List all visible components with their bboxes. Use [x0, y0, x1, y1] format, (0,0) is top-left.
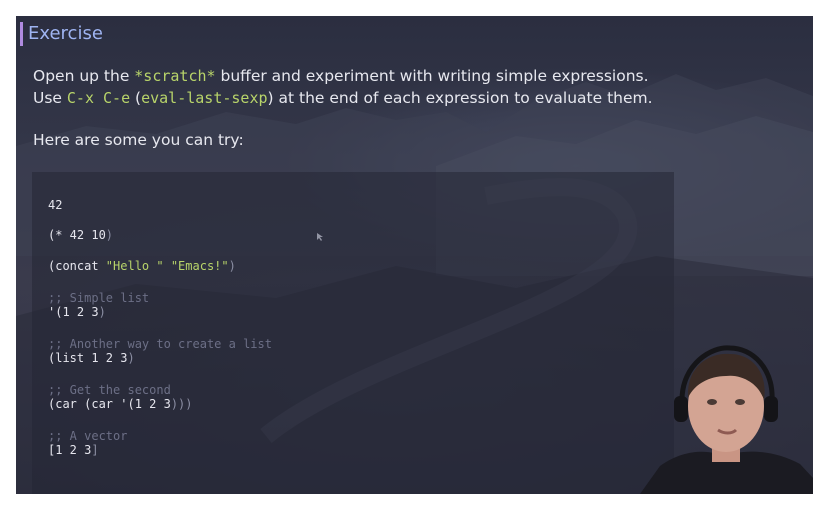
code-string: "Emacs!": [170, 259, 229, 273]
intro-line-2-pre: Use: [33, 89, 67, 107]
intro-line-1-pre: Open up the: [33, 67, 135, 85]
code-comment-vector: ;; A vector: [48, 429, 128, 443]
intro-line-1-post: buffer and experiment with writing simpl…: [215, 67, 649, 85]
code-line-multiply: (* 42 10): [48, 228, 113, 243]
code-comment-simple-list: ;; Simple list: [48, 291, 150, 305]
scratch-buffer-code: *scratch*: [134, 67, 216, 85]
code-block: 42 (* 42 10) (concat "Hello " "Emacs!") …: [32, 172, 674, 494]
slide-title: Exercise: [20, 22, 103, 46]
code-paren: ): [98, 305, 106, 319]
keybinding-code: C-x C-e: [66, 89, 131, 107]
intro-line-2: Use C-x C-e (eval-last-sexp) at the end …: [33, 88, 653, 109]
code-comment-get-second: ;; Get the second: [48, 383, 171, 397]
intro-line-2-mid: (: [130, 89, 142, 107]
intro-line-3: Here are some you can try:: [33, 131, 244, 149]
presenter-webcam-image: [640, 345, 813, 494]
code-paren: ))): [170, 397, 193, 411]
intro-line-2-post: ) at the end of each expression to evalu…: [267, 89, 653, 107]
code-text: 42: [48, 198, 63, 212]
code-comment-another-way: ;; Another way to create a list: [48, 337, 272, 351]
code-text: (list 1 2 3: [48, 351, 128, 365]
code-text: (* 42 10: [48, 228, 106, 242]
intro-line-1: Open up the *scratch* buffer and experim…: [33, 66, 649, 87]
code-paren: ]: [91, 443, 99, 457]
code-text: '(1 2 3: [48, 305, 99, 319]
code-line-concat: (concat "Hello " "Emacs!"): [48, 259, 236, 274]
slide: Exercise Open up the *scratch* buffer an…: [16, 16, 813, 494]
code-text: (concat: [48, 259, 106, 273]
code-line-vector: [1 2 3]: [48, 443, 99, 458]
code-paren: ): [105, 228, 114, 242]
code-string: "Hello ": [105, 259, 164, 273]
code-paren: ): [228, 259, 236, 273]
eval-last-sexp-code: eval-last-sexp: [141, 89, 268, 107]
code-paren: ): [127, 351, 135, 365]
code-line-quoted-list: '(1 2 3): [48, 305, 106, 320]
code-line-list: (list 1 2 3): [48, 351, 135, 366]
mouse-cursor-icon: [317, 233, 323, 241]
code-line-car: (car (car '(1 2 3))): [48, 397, 193, 412]
code-text: (car (car '(1 2 3: [48, 397, 171, 411]
code-line-42: 42: [48, 198, 62, 213]
code-text: [1 2 3: [48, 443, 92, 457]
